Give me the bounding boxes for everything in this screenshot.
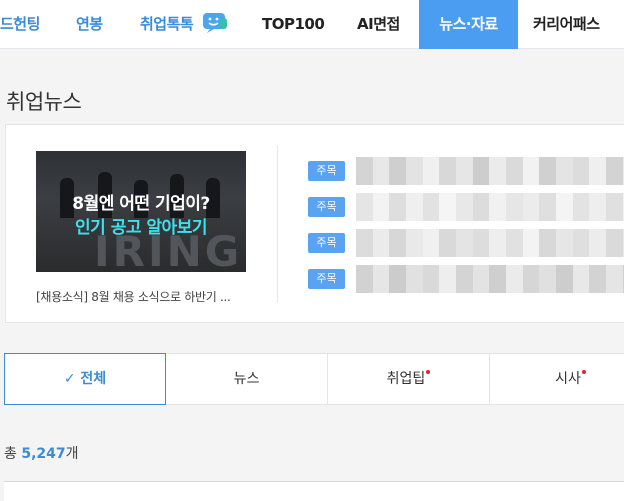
total-suffix: 개 xyxy=(65,446,79,462)
total-number: 5,247 xyxy=(21,446,66,462)
total-count: 총 5,247개 xyxy=(4,443,79,463)
featured-thumbnail[interactable]: IRING 8월엔 어떤 기업이? 인기 공고 알아보기 xyxy=(36,151,246,272)
blurred-headline xyxy=(356,265,624,293)
tab-current-affairs[interactable]: 시사 xyxy=(490,354,624,404)
featured-badge: 주목 xyxy=(308,269,345,289)
tab-label: 취업팁 xyxy=(386,371,426,387)
blurred-headline xyxy=(356,157,624,185)
chat-bubble-smile-icon xyxy=(203,13,227,33)
news-list-container xyxy=(4,481,624,501)
nav-item-salary[interactable]: 연봉 xyxy=(76,0,103,49)
tab-news[interactable]: 뉴스 xyxy=(166,354,327,404)
nav-item-career-path[interactable]: 커리어패스 xyxy=(533,0,600,49)
blurred-headline xyxy=(356,193,624,221)
category-tabs: ✓ 전체 뉴스 취업팁 시사 xyxy=(4,353,624,405)
check-icon: ✓ xyxy=(63,371,76,387)
featured-news-card: IRING 8월엔 어떤 기업이? 인기 공고 알아보기 [채용소식] 8월 채… xyxy=(5,124,624,323)
featured-badge: 주목 xyxy=(308,197,345,217)
tab-job-tips[interactable]: 취업팁 xyxy=(328,354,489,404)
thumbnail-subheadline: 인기 공고 알아보기 xyxy=(75,218,207,238)
new-dot-icon xyxy=(581,370,586,374)
top-navigation: 드헌팅 연봉 취업톡톡 TOP100 AI면접 뉴스·자료 커리어패스 xyxy=(0,0,624,49)
nav-item-news-resources[interactable]: 뉴스·자료 xyxy=(419,0,518,49)
nav-item-top100[interactable]: TOP100 xyxy=(262,0,325,49)
new-dot-icon xyxy=(426,370,431,374)
tab-label: 뉴스 xyxy=(233,371,260,387)
nav-item-ai-interview[interactable]: AI면접 xyxy=(357,0,400,49)
thumbnail-headline: 8월엔 어떤 기업이? xyxy=(72,194,210,214)
tab-all[interactable]: ✓ 전체 xyxy=(4,353,166,405)
blurred-headline xyxy=(356,229,624,257)
nav-item-headhunting[interactable]: 드헌팅 xyxy=(0,0,40,49)
featured-badge: 주목 xyxy=(308,161,345,181)
nav-item-job-talk[interactable]: 취업톡톡 xyxy=(140,0,194,49)
tab-label: 시사 xyxy=(555,371,581,387)
featured-caption[interactable]: [채용소식] 8월 채용 소식으로 하반기 ... xyxy=(36,288,231,305)
total-prefix: 총 xyxy=(4,446,17,462)
featured-badge: 주목 xyxy=(308,233,345,253)
divider xyxy=(277,145,278,303)
tab-label: 전체 xyxy=(80,371,107,387)
page-title: 취업뉴스 xyxy=(6,90,82,114)
